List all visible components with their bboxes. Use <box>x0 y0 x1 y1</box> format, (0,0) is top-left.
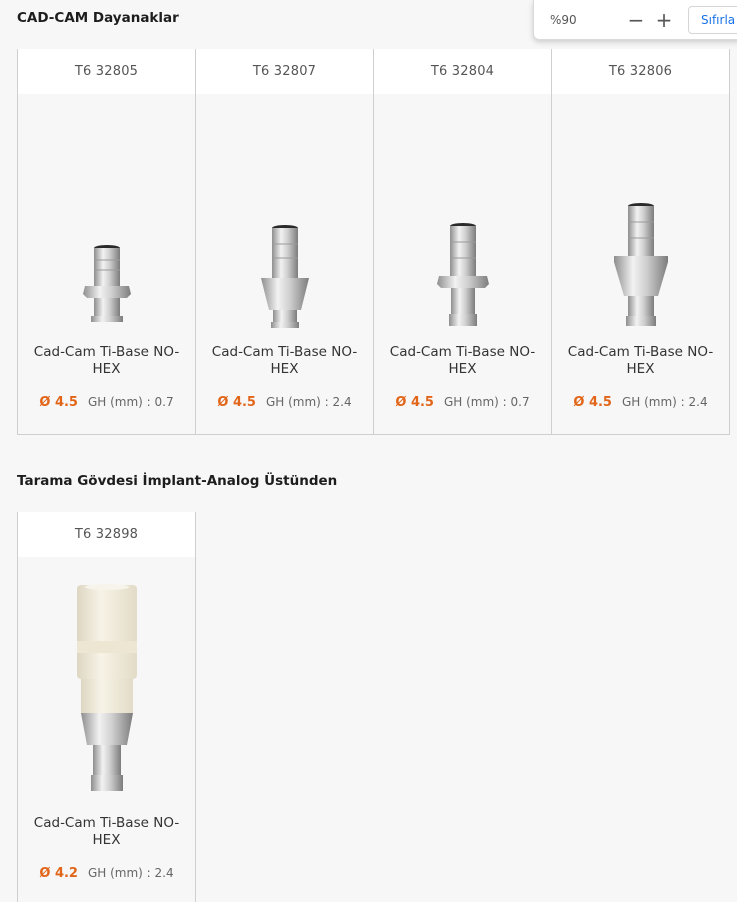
product-diameter: Ø 4.5 <box>573 395 612 410</box>
product-diameter: Ø 4.2 <box>39 866 78 881</box>
zoom-out-button[interactable]: − <box>622 10 650 30</box>
product-card[interactable]: T6 32898 Cad-Cam Ti-Base NO-HEX Ø 4.2 GH… <box>18 512 196 902</box>
product-card[interactable]: T6 32806 Cad-Cam Ti-Base NO-HEX Ø 4.5 GH… <box>552 49 730 435</box>
zoom-level: %90 <box>550 12 577 27</box>
zoom-reset-button[interactable]: Sıfırla <box>688 5 737 34</box>
product-name: Cad-Cam Ti-Base NO-HEX <box>33 344 180 377</box>
product-code: T6 32806 <box>552 49 729 94</box>
product-meta: Ø 4.2 GH (mm) : 2.4 <box>18 866 195 881</box>
tall-titanium-base-icon[interactable] <box>196 94 373 344</box>
product-gh: GH (mm) : 2.4 <box>621 395 708 409</box>
short-titanium-base-icon[interactable] <box>18 94 195 344</box>
short-titanium-base-icon[interactable] <box>374 94 551 344</box>
zoom-popup: %90 − + Sıfırla <box>533 0 737 40</box>
tall-titanium-base-icon[interactable] <box>552 94 729 344</box>
product-code: T6 32898 <box>18 512 195 557</box>
zoom-in-button[interactable]: + <box>650 10 678 30</box>
product-code: T6 32807 <box>196 49 373 94</box>
product-code: T6 32804 <box>374 49 551 94</box>
product-meta: Ø 4.5 GH (mm) : 0.7 <box>374 395 551 410</box>
product-name: Cad-Cam Ti-Base NO-HEX <box>33 815 180 848</box>
product-grid-cadcam: T6 32805 Cad-Cam Ti-Base NO-HEX Ø 4.5 GH… <box>17 49 730 435</box>
section-title-scan-body: Tarama Gövdesi İmplant-Analog Üstünden <box>17 473 338 489</box>
product-gh: GH (mm) : 0.7 <box>443 395 530 409</box>
scan-body-icon[interactable] <box>18 557 195 815</box>
product-gh: GH (mm) : 2.4 <box>265 395 352 409</box>
product-meta: Ø 4.5 GH (mm) : 2.4 <box>552 395 729 410</box>
product-card[interactable]: T6 32807 Cad-Cam Ti-Base NO-HEX Ø 4.5 GH… <box>196 49 374 435</box>
product-diameter: Ø 4.5 <box>217 395 256 410</box>
product-card[interactable]: T6 32804 Cad-Cam Ti-Base NO-HEX Ø 4.5 GH… <box>374 49 552 435</box>
product-meta: Ø 4.5 GH (mm) : 0.7 <box>18 395 195 410</box>
product-card[interactable]: T6 32805 Cad-Cam Ti-Base NO-HEX Ø 4.5 GH… <box>18 49 196 435</box>
product-diameter: Ø 4.5 <box>395 395 434 410</box>
product-gh: GH (mm) : 2.4 <box>87 866 174 880</box>
product-meta: Ø 4.5 GH (mm) : 2.4 <box>196 395 373 410</box>
product-code: T6 32805 <box>18 49 195 94</box>
product-diameter: Ø 4.5 <box>39 395 78 410</box>
product-name: Cad-Cam Ti-Base NO-HEX <box>389 344 536 377</box>
section-title-cadcam: CAD-CAM Dayanaklar <box>17 10 179 26</box>
product-name: Cad-Cam Ti-Base NO-HEX <box>211 344 358 377</box>
product-gh: GH (mm) : 0.7 <box>87 395 174 409</box>
product-grid-scan-body: T6 32898 Cad-Cam Ti-Base NO-HEX Ø 4.2 GH… <box>17 512 196 902</box>
product-name: Cad-Cam Ti-Base NO-HEX <box>567 344 714 377</box>
